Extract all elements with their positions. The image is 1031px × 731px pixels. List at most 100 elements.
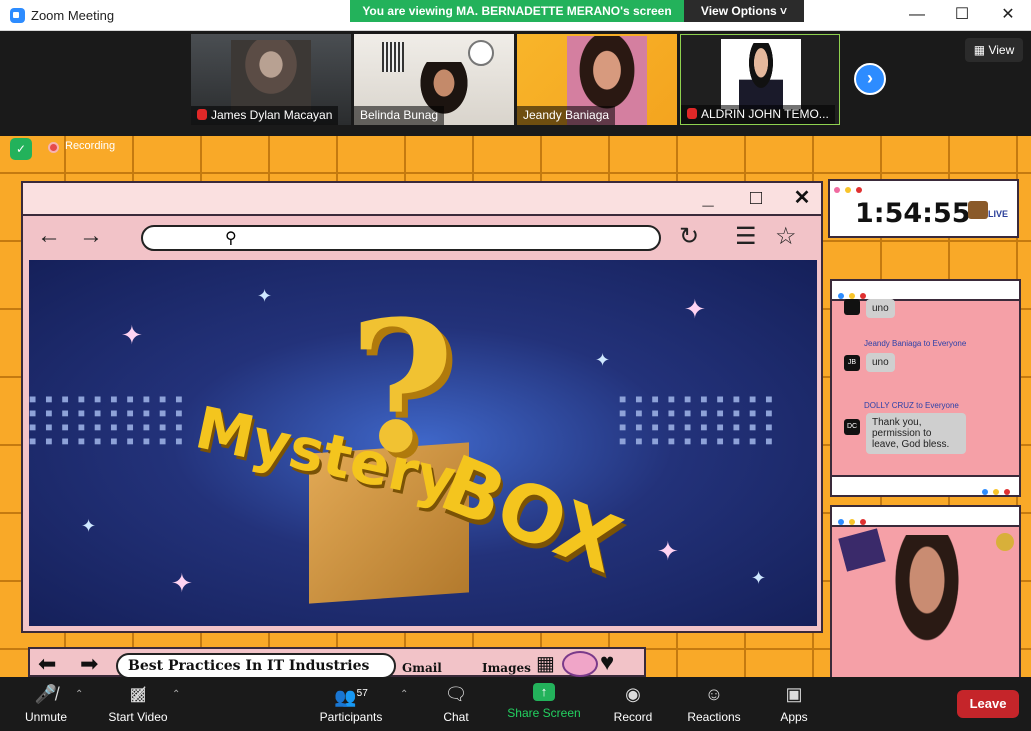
camera-panel-topbar	[832, 507, 1019, 527]
video-off-icon: ▩̸	[129, 684, 147, 704]
participant-name: Jeandy Baniaga	[517, 106, 616, 125]
maximize-button[interactable]: ☐	[948, 4, 976, 26]
forward-arrow-icon: →	[79, 222, 103, 249]
view-options-button[interactable]: View Options ˅	[684, 0, 804, 22]
zoom-icon	[10, 8, 25, 23]
participant-tile[interactable]: James Dylan Macayan	[191, 34, 351, 125]
slide-browser-frame: _ □ ✕ ← → ⚲ ↻ ☰ ☆ ✦ ✦ ✦ ✦ ✦ ✦ ✦ ✦ ■■■■■■…	[21, 181, 823, 633]
participant-video	[739, 43, 783, 109]
chat-panel-topbar	[832, 281, 1019, 301]
sparkle-icon: ✦	[657, 536, 679, 566]
window-dots	[834, 180, 867, 198]
countdown-timer: 1:54:55	[855, 198, 971, 229]
participant-video	[231, 40, 311, 110]
sparkle-icon: ✦	[121, 320, 143, 350]
chat-sender: DOLLY CRUZ to Everyone	[864, 401, 959, 410]
apps-icon: ▣	[785, 684, 803, 704]
viewing-banner: You are viewing MA. BERNADETTE MERANO's …	[350, 0, 684, 22]
chat-icon: 🗨	[444, 684, 468, 704]
chat-panel: uno Jeandy Baniaga to Everyone JB uno DO…	[830, 279, 1021, 497]
slide-close-icon: ✕	[793, 187, 811, 209]
meeting-toolbar: 🎤̸ Unmute ⌃ ▩̸ Start Video ⌃ 👥57 Partici…	[0, 677, 1031, 731]
back-arrow-icon: ⬅	[38, 651, 57, 676]
record-icon: ◉	[625, 684, 641, 704]
chat-sender: Jeandy Baniaga to Everyone	[864, 339, 967, 348]
chat-bubble: uno	[866, 353, 895, 372]
chevron-right-icon: ›	[867, 68, 873, 88]
timer-panel: 1:54:55 LIVE	[828, 179, 1019, 238]
presenter-video	[872, 535, 982, 677]
sparkle-icon: ✦	[257, 286, 273, 306]
slide-topic-title: Best Practices In IT Industries	[128, 658, 370, 674]
menu-icon: ☰	[735, 223, 757, 250]
mystery-box-hero: ✦ ✦ ✦ ✦ ✦ ✦ ✦ ✦ ■■■■■■■■■■ ■■■■■■■■■■ ■■■■…	[29, 260, 817, 626]
view-button[interactable]: ▦ View	[965, 38, 1023, 62]
back-arrow-icon: ←	[37, 222, 61, 249]
participants-options-caret[interactable]: ⌃	[400, 689, 408, 700]
audio-options-caret[interactable]: ⌃	[75, 689, 83, 700]
participant-name: James Dylan Macayan	[191, 106, 339, 125]
books-icon	[968, 201, 988, 219]
chat-button[interactable]: 🗨 Chat	[416, 683, 496, 724]
participant-tile[interactable]: ALDRIN JOHN TEMO...	[680, 34, 840, 125]
reactions-button[interactable]: ☺ Reactions	[674, 683, 754, 724]
chat-panel-footer	[832, 475, 1019, 495]
next-page-button[interactable]: ›	[854, 63, 886, 95]
wall-decor	[382, 42, 404, 72]
record-button[interactable]: ◉ Record	[593, 683, 673, 724]
slide-browser-titlebar: _ □ ✕	[23, 183, 821, 216]
chat-label: Chat	[443, 710, 469, 724]
video-options-caret[interactable]: ⌃	[172, 689, 180, 700]
slide-url-bar: ⚲	[141, 225, 661, 251]
school-seal-icon	[996, 533, 1014, 551]
slide-bottom-bar: ⬅ ➡ Best Practices In IT Industries Gmai…	[28, 647, 646, 677]
start-video-button[interactable]: ▩̸ Start Video	[98, 683, 178, 724]
search-icon: ⚲	[225, 230, 237, 247]
slide-maximize-icon: □	[749, 187, 763, 209]
live-badge: LIVE	[988, 209, 1009, 219]
unmute-button[interactable]: 🎤̸ Unmute	[6, 683, 86, 724]
participant-strip: James Dylan Macayan Belinda Bunag Jeandy…	[0, 31, 1031, 136]
window-dots	[838, 512, 871, 530]
sparkle-icon: ✦	[81, 516, 97, 536]
participant-tile[interactable]: Jeandy Baniaga	[517, 34, 677, 125]
images-link: Images	[482, 661, 531, 675]
heart-icon: ♥	[600, 649, 615, 676]
chat-bubble: Thank you, permission to leave, God bles…	[866, 413, 966, 454]
window-dots	[982, 482, 1015, 500]
grid-icon: ▦	[973, 43, 989, 57]
chat-bubble: uno	[866, 299, 895, 318]
sparkle-icon: ✦	[595, 350, 611, 370]
sparkle-icon: ✦	[751, 568, 767, 588]
apps-grid-icon: ▦	[536, 653, 555, 675]
leave-button[interactable]: Leave	[957, 690, 1019, 718]
unmute-label: Unmute	[24, 710, 68, 724]
refresh-icon: ↻	[679, 223, 700, 250]
participant-name: Belinda Bunag	[354, 106, 445, 125]
mic-muted-icon: 🎤̸	[34, 684, 58, 704]
participants-count: 57	[356, 688, 368, 699]
participants-button[interactable]: 👥57 Participants	[311, 683, 391, 724]
participants-icon: 👥57	[334, 687, 368, 707]
dot-pattern-right: ■■■■■■■■■■ ■■■■■■■■■■ ■■■■■■■■■■ ■■■■■■■■■■	[619, 392, 782, 448]
share-arrow-icon: ↑	[533, 683, 555, 701]
minimize-button[interactable]: —	[903, 4, 931, 26]
gmail-link: Gmail	[402, 661, 442, 675]
close-button[interactable]: ✕	[994, 4, 1022, 26]
mic-muted-icon	[687, 108, 697, 119]
recording-icon	[48, 142, 59, 153]
participant-name: ALDRIN JOHN TEMO...	[681, 105, 835, 124]
reactions-label: Reactions	[687, 710, 741, 724]
shared-screen: ✓ Recording _ □ ✕ ← → ⚲ ↻ ☰ ☆ ✦ ✦ ✦ ✦ ✦ …	[0, 136, 1031, 677]
sparkle-icon: ✦	[171, 568, 193, 598]
apps-button[interactable]: ▣ Apps	[754, 683, 834, 724]
participant-tile[interactable]: Belinda Bunag	[354, 34, 514, 125]
security-shield-icon[interactable]: ✓	[10, 138, 32, 160]
dot-pattern-left: ■■■■■■■■■■ ■■■■■■■■■■ ■■■■■■■■■■ ■■■■■■■■■■	[29, 392, 192, 448]
chat-avatar: JB	[844, 355, 860, 371]
participants-label: Participants	[319, 710, 383, 724]
slide-browser-nav: ← → ⚲ ↻ ☰ ☆	[23, 218, 821, 260]
window-title: Zoom Meeting	[31, 8, 115, 23]
slide-minimize-icon: _	[702, 187, 714, 209]
share-screen-button[interactable]: ↑ Share Screen	[504, 683, 584, 720]
